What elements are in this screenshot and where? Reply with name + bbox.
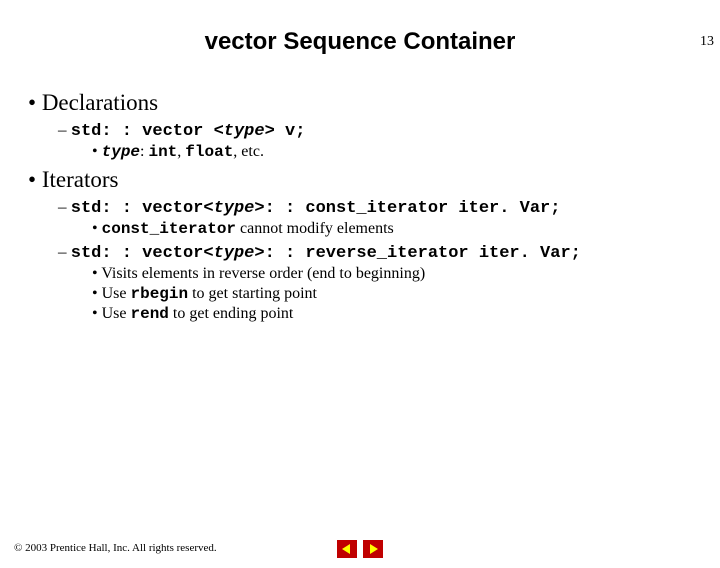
iter2-sub1: Visits elements in reverse order (end to… bbox=[92, 265, 700, 283]
iter1-sub-text: cannot modify elements bbox=[236, 220, 394, 237]
nav-controls bbox=[337, 540, 383, 558]
decl-code-type: type bbox=[224, 122, 265, 141]
iter-reverse-line: std: : vector<type>: : reverse_iterator … bbox=[58, 242, 700, 323]
iter1-post: >: : const_iterator iter. Var; bbox=[254, 199, 560, 218]
slide-title: vector Sequence Container bbox=[0, 28, 720, 56]
iter2-sub3-pre: Use bbox=[102, 305, 131, 322]
iter1-pre: std: : vector< bbox=[71, 199, 214, 218]
prev-button[interactable] bbox=[337, 540, 357, 558]
iter2-sub3-post: to get ending point bbox=[169, 305, 293, 322]
triangle-right-icon bbox=[368, 544, 378, 554]
decl-sub: type: int, float, etc. bbox=[92, 143, 700, 161]
iter2-sub3: Use rend to get ending point bbox=[92, 305, 700, 323]
iter-const-line: std: : vector<type>: : const_iterator it… bbox=[58, 197, 700, 238]
iter2-pre: std: : vector< bbox=[71, 244, 214, 263]
iter2-sub2: Use rbegin to get starting point bbox=[92, 285, 700, 303]
decl-sub-int: int bbox=[148, 143, 177, 161]
decl-sub-type: type bbox=[102, 143, 140, 161]
decl-sub-float: float bbox=[185, 143, 233, 161]
page-number: 13 bbox=[700, 34, 714, 50]
decl-code-post: > v; bbox=[265, 122, 306, 141]
iter1-sub: const_iterator cannot modify elements bbox=[92, 220, 700, 238]
iter2-sub2-mono: rbegin bbox=[131, 285, 189, 303]
iter1-type: type bbox=[214, 199, 255, 218]
decl-code-pre: std: : vector < bbox=[71, 122, 224, 141]
iter2-sub2-pre: Use bbox=[102, 285, 131, 302]
iter2-type: type bbox=[214, 244, 255, 263]
decl-sub-etc: , etc. bbox=[233, 143, 264, 160]
iter2-sub3-mono: rend bbox=[131, 305, 169, 323]
iter2-post: >: : reverse_iterator iter. Var; bbox=[254, 244, 580, 263]
triangle-left-icon bbox=[342, 544, 352, 554]
slide-content: Declarations std: : vector <type> v; typ… bbox=[0, 90, 720, 323]
iter2-sub2-post: to get starting point bbox=[188, 285, 317, 302]
decl-code-line: std: : vector <type> v; type: int, float… bbox=[58, 120, 700, 161]
next-button[interactable] bbox=[363, 540, 383, 558]
iter1-sub-mono: const_iterator bbox=[102, 220, 236, 238]
bullet-iterators: Iterators std: : vector<type>: : const_i… bbox=[28, 167, 700, 323]
decl-heading: Declarations bbox=[42, 90, 158, 115]
bullet-declarations: Declarations std: : vector <type> v; typ… bbox=[28, 90, 700, 161]
iter-heading: Iterators bbox=[42, 167, 119, 192]
